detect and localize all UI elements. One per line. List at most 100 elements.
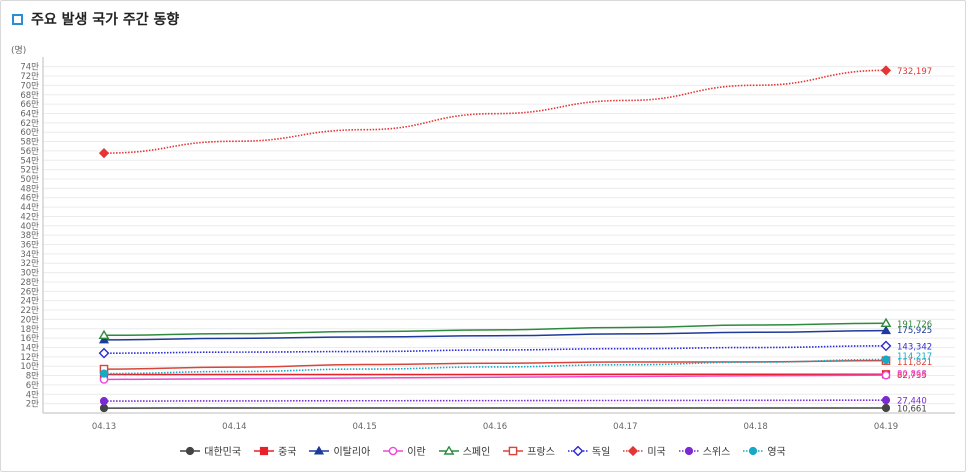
y-tick-label: 68만 [20,91,39,101]
legend-swatch [678,446,699,455]
data-label: 732,197 [897,67,932,77]
legend-swatch [743,446,764,455]
y-tick-label: 12만 [20,353,39,363]
data-label: 80,868 [897,370,927,380]
y-tick-label: 16만 [20,334,39,344]
series-marker [881,355,891,364]
y-tick-label: 74만 [20,63,39,73]
legend-item[interactable]: 영국 [743,443,786,458]
legend-label: 미국 [647,447,666,458]
y-tick-label: 6만 [26,381,39,391]
legend-swatch [383,446,404,455]
y-tick-label: 70만 [20,81,39,91]
legend-item[interactable]: 이탈리아 [309,443,370,458]
y-tick-label: 36만 [20,241,39,251]
y-tick-label: 24만 [20,297,39,307]
y-tick-label: 48만 [20,184,39,194]
series-marker [99,396,109,406]
legend-item[interactable]: 스위스 [678,443,731,458]
legend-item[interactable]: 대한민국 [180,443,241,458]
series-marker [98,347,110,359]
y-tick-label: 26만 [20,287,39,297]
y-tick-label: 8만 [26,372,39,382]
line-chart: 2만4만6만8만10만12만14만16만18만20만22만24만26만28만30… [20,57,955,432]
legend-marker [572,445,584,456]
legend-item[interactable]: 중국 [254,443,296,458]
y-tick-label: 58만 [20,138,39,148]
y-tick-label: 38만 [20,231,39,241]
legend-marker [186,446,195,455]
y-tick-label: 4만 [26,390,39,400]
legend-label: 스위스 [702,447,731,458]
x-tick-label: 04.15 [352,422,376,432]
y-tick-label: 62만 [20,119,39,129]
y-tick-label: 10만 [20,362,39,372]
series-marker [99,403,109,413]
series-line [103,359,887,370]
y-tick-label: 28만 [20,278,39,288]
data-label: 27,440 [897,397,927,407]
legend-item[interactable]: 미국 [623,443,666,458]
y-tick-label: 20만 [20,315,39,325]
legend-item[interactable]: 프랑스 [503,443,555,458]
y-tick-label: 72만 [20,72,39,82]
data-label: 191,726 [897,320,932,330]
y-tick-label: 54만 [20,156,39,166]
legend-label: 스페인 [462,447,491,458]
legend-marker [508,446,518,455]
legend-swatch [254,446,275,455]
y-tick-label: 2만 [26,400,39,410]
chart-legend: 대한민국 중국 이탈리아 이란 스페인 프랑스 독일 미국 스위스 영국 [0,443,966,458]
legend-swatch [503,446,524,455]
legend-marker [388,446,398,455]
data-label: 114,217 [897,352,932,362]
legend-item[interactable]: 이란 [383,443,426,458]
series-marker [881,396,891,405]
series-marker [880,340,892,352]
series-marker [98,148,110,159]
legend-label: 프랑스 [527,447,555,458]
legend-label: 이탈리아 [333,447,371,458]
legend-label: 영국 [767,447,786,458]
legend-label: 대한민국 [204,447,242,458]
y-tick-label: 60만 [20,128,39,138]
x-tick-label: 04.13 [92,422,116,432]
legend-swatch [567,445,588,456]
x-tick-label: 04.16 [483,422,507,432]
y-tick-label: 32만 [20,259,39,269]
series-marker [881,403,891,413]
legend-swatch [438,445,459,455]
legend-label: 이란 [407,447,426,458]
series-line [103,399,887,402]
x-tick-label: 04.17 [613,422,637,432]
y-tick-label: 52만 [20,166,39,176]
x-tick-label: 04.14 [222,422,246,432]
y-tick-label: 56만 [20,147,39,157]
y-tick-label: 40만 [20,222,39,232]
legend-swatch [309,445,330,454]
data-label: 143,342 [897,342,932,352]
legend-item[interactable]: 스페인 [438,443,491,458]
y-tick-label: 44만 [20,203,39,213]
series-marker [880,65,892,76]
y-tick-label: 34만 [20,250,39,260]
series-line [103,322,887,337]
legend-swatch [623,445,644,456]
series-marker [881,370,891,380]
legend-item[interactable]: 독일 [567,443,611,458]
x-tick-label: 04.19 [874,422,898,432]
y-tick-label: 66만 [20,100,39,110]
y-tick-label: 18만 [20,325,39,335]
y-tick-label: 46만 [20,194,39,204]
series-line [103,69,887,154]
x-tick-label: 04.18 [743,422,767,432]
legend-label: 독일 [591,447,611,458]
legend-marker [628,445,639,456]
y-tick-label: 64만 [20,109,39,119]
y-tick-label: 22만 [20,306,39,316]
legend-marker [749,446,758,455]
series-marker [99,369,109,378]
y-tick-label: 42만 [20,212,39,222]
legend-marker [684,446,693,455]
y-tick-label: 14만 [20,343,39,353]
